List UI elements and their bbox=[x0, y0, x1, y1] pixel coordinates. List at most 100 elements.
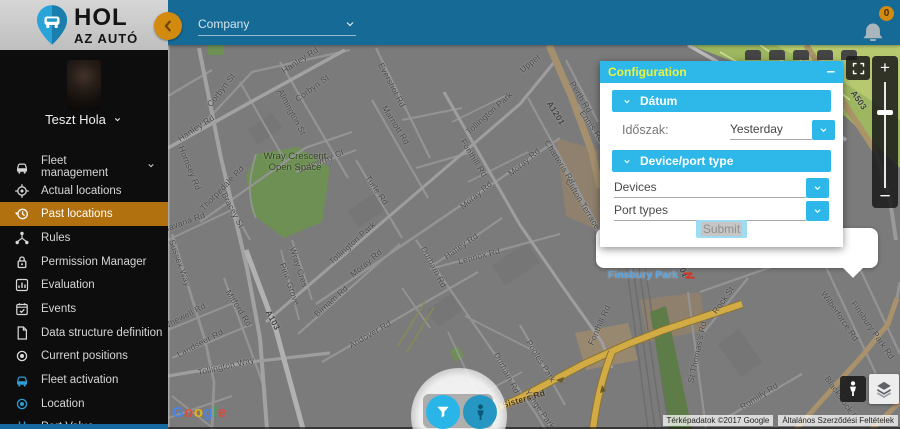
section-datum[interactable]: Dátum bbox=[612, 90, 831, 112]
sidebar-item-label: Evaluation bbox=[41, 279, 95, 291]
history-icon bbox=[14, 206, 30, 222]
street-view-fab-button[interactable] bbox=[463, 395, 497, 429]
sidebar-bottom-strip bbox=[0, 424, 168, 429]
sidebar-item-label: Current positions bbox=[41, 350, 128, 362]
idoszak-select-value: Yesterday bbox=[730, 122, 812, 140]
map-attribution: Térképadatok ©2017 Google Általános Szer… bbox=[663, 415, 898, 426]
configuration-panel-header[interactable]: Configuration – bbox=[600, 61, 843, 83]
sidebar-item-label: Fleet activation bbox=[41, 374, 118, 386]
terms-link[interactable]: Általános Szerződési Feltételek bbox=[778, 415, 898, 426]
dropdown-button[interactable] bbox=[812, 120, 835, 140]
user-avatar[interactable] bbox=[67, 60, 101, 110]
minimize-button[interactable]: – bbox=[827, 67, 835, 77]
submit-button[interactable]: Submit bbox=[696, 220, 747, 238]
company-select[interactable]: Company bbox=[198, 12, 356, 36]
zoom-slider-track[interactable] bbox=[884, 82, 886, 188]
share-nodes-icon bbox=[14, 230, 30, 246]
port-types-select[interactable]: Port types bbox=[614, 201, 829, 221]
street-view-pegman-button[interactable] bbox=[840, 376, 866, 402]
zoom-control: + − bbox=[872, 56, 898, 208]
google-logo-letter: G bbox=[172, 404, 184, 421]
file-icon bbox=[14, 325, 30, 341]
zoom-slider-handle[interactable] bbox=[877, 110, 893, 115]
app-logo: HOL AZ AUTÓ bbox=[0, 0, 168, 50]
notifications-button[interactable]: 0 bbox=[858, 6, 894, 42]
sidebar-item-rules[interactable]: Rules bbox=[0, 226, 168, 250]
map-layers-button[interactable] bbox=[869, 374, 899, 404]
sidebar-item-events[interactable]: Events bbox=[0, 297, 168, 321]
sidebar-item-label: Past locations bbox=[41, 208, 113, 220]
chevron-down-icon bbox=[812, 206, 823, 216]
sidebar-item-location[interactable]: Location bbox=[0, 392, 168, 416]
devices-select[interactable]: Devices bbox=[614, 178, 829, 198]
google-logo-letter: o bbox=[194, 404, 204, 421]
dropdown-button[interactable] bbox=[806, 201, 829, 221]
app-window: Hanley RdHanley RdCorbyn StCorbyn StAlmi… bbox=[0, 0, 900, 429]
sidebar-item-label: Events bbox=[41, 303, 76, 315]
sidebar-item-label: Data structure definition bbox=[41, 327, 162, 339]
chevron-down-icon bbox=[146, 161, 156, 173]
google-logo-letter: g bbox=[204, 404, 214, 421]
user-menu[interactable]: Teszt Hola bbox=[0, 112, 168, 127]
sidebar-item-actual-locations[interactable]: Actual locations bbox=[0, 179, 168, 203]
section-title: Device/port type bbox=[640, 154, 733, 168]
sidebar-item-label: Location bbox=[41, 398, 84, 410]
user-name: Teszt Hola bbox=[45, 112, 106, 127]
logo-text: HOL AZ AUTÓ bbox=[74, 6, 138, 45]
chevron-down-icon bbox=[622, 97, 632, 106]
sidebar-item-fleet-management[interactable]: Fleet management bbox=[0, 155, 168, 179]
car-icon bbox=[14, 159, 30, 175]
sidebar-item-evaluation[interactable]: Evaluation bbox=[0, 273, 168, 297]
sidebar-item-permission-manager[interactable]: Permission Manager bbox=[0, 250, 168, 274]
google-logo-letter: e bbox=[218, 404, 227, 421]
chevron-left-icon bbox=[161, 19, 175, 33]
sidebar-item-label: Permission Manager bbox=[41, 256, 146, 268]
car-icon bbox=[14, 372, 30, 388]
sidebar-item-label: Fleet management bbox=[41, 155, 124, 179]
sidebar-menu: Fleet management Actual locations Past l… bbox=[0, 155, 168, 429]
section-title: Dátum bbox=[640, 94, 677, 108]
sidebar-item-current-positions[interactable]: Current positions bbox=[0, 345, 168, 369]
port-types-select-value: Port types bbox=[614, 203, 806, 221]
hidden-map-buttons bbox=[745, 50, 857, 60]
sidebar-item-fleet-activation[interactable]: Fleet activation bbox=[0, 368, 168, 392]
target-dot-icon bbox=[14, 348, 30, 364]
sidebar-item-past-locations[interactable]: Past locations bbox=[0, 202, 168, 226]
sidebar-item-label: Rules bbox=[41, 232, 70, 244]
sidebar-collapse-button[interactable] bbox=[154, 12, 182, 40]
google-logo-letter: o bbox=[184, 404, 194, 421]
sidebar-item-label: Actual locations bbox=[41, 185, 122, 197]
attribution-text: Térképadatok ©2017 Google bbox=[663, 415, 774, 426]
configuration-panel: Configuration – Dátum Időszak: Yesterday… bbox=[600, 61, 843, 247]
chevron-down-icon bbox=[344, 18, 356, 30]
bar-chart-icon bbox=[14, 277, 30, 293]
submit-label: Submit bbox=[701, 222, 742, 236]
target-dot-icon bbox=[14, 396, 30, 412]
target-icon bbox=[14, 183, 30, 199]
lock-icon bbox=[14, 254, 30, 270]
fullscreen-button[interactable] bbox=[846, 56, 870, 80]
pegman-icon bbox=[845, 380, 861, 398]
sidebar-item-data-structure-definition[interactable]: Data structure definition bbox=[0, 321, 168, 345]
idoszak-row: Időszak: Yesterday bbox=[622, 123, 832, 137]
zoom-out-button[interactable]: − bbox=[872, 186, 898, 208]
filter-button[interactable] bbox=[426, 395, 460, 429]
idoszak-label: Időszak: bbox=[622, 123, 669, 137]
google-logo[interactable]: Google bbox=[172, 404, 227, 421]
filter-funnel-icon bbox=[434, 403, 452, 421]
pegman-icon bbox=[472, 403, 489, 422]
fullscreen-icon bbox=[851, 61, 866, 76]
sidebar: Teszt Hola Fleet management Actual locat… bbox=[0, 50, 168, 429]
idoszak-select[interactable]: Yesterday bbox=[730, 120, 835, 140]
section-device-port-type[interactable]: Device/port type bbox=[612, 150, 831, 172]
dropdown-button[interactable] bbox=[806, 178, 829, 198]
zoom-in-button[interactable]: + bbox=[872, 58, 898, 78]
chevron-down-icon bbox=[112, 112, 123, 127]
chevron-down-icon bbox=[818, 125, 829, 135]
devices-select-value: Devices bbox=[614, 180, 806, 198]
calendar-check-icon bbox=[14, 301, 30, 317]
chevron-down-icon bbox=[622, 157, 632, 166]
layers-icon bbox=[874, 379, 894, 399]
car-pin-logo-icon bbox=[36, 4, 68, 46]
company-select-value: Company bbox=[198, 17, 249, 31]
